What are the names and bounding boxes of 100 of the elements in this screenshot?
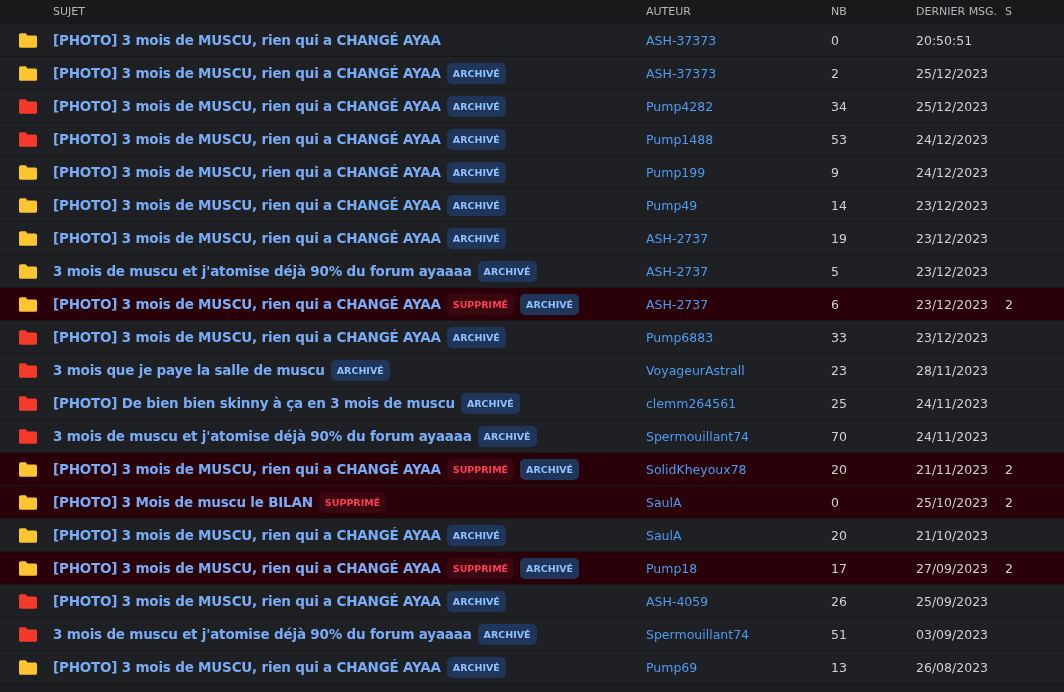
topic-link[interactable]: [PHOTO] 3 mois de MUSCU, rien qui a CHANGÉ AYAA xyxy=(53,95,441,117)
topic-link[interactable]: [PHOTO] 3 mois de MUSCU, rien qui a CHANGÉ AYAA xyxy=(53,227,441,249)
last-message-date: 25/10/2023 xyxy=(916,495,989,510)
topic-row[interactable]: [PHOTO] 3 mois de MUSCU, rien qui a CHANGÉ AYAA SUPPRIMÉ ARCHIVÉ SolidKheyoux78 20 21/11/2023 2 xyxy=(0,453,1064,486)
last-message-date: 23/12/2023 xyxy=(916,264,989,279)
archived-tag: ARCHIVÉ xyxy=(446,524,506,546)
reply-count: 2 xyxy=(831,66,839,81)
topic-row[interactable]: [PHOTO] 3 Mois de muscu le BILAN SUPPRIMÉ SaulA 0 25/10/2023 2 xyxy=(0,486,1064,519)
archived-tag: ARCHIVÉ xyxy=(446,656,506,678)
topic-link[interactable]: [PHOTO] 3 mois de MUSCU, rien qui a CHANGÉ AYAA xyxy=(53,194,441,216)
column-header[interactable]: NB xyxy=(831,4,847,18)
column-header[interactable]: AUTEUR xyxy=(646,4,691,18)
author-link[interactable]: Pump4282 xyxy=(646,99,714,114)
table-cell: 2 xyxy=(1005,297,1013,312)
author-link[interactable]: Pump6883 xyxy=(646,330,714,345)
archived-tag: ARCHIVÉ xyxy=(460,392,520,414)
archived-tag: ARCHIVÉ xyxy=(446,227,506,249)
topic-link[interactable]: [PHOTO] 3 mois de MUSCU, rien qui a CHANGÉ AYAA xyxy=(53,458,441,480)
deleted-tag: SUPPRIMÉ xyxy=(318,491,387,513)
topic-link[interactable]: [PHOTO] 3 mois de MUSCU, rien qui a CHANGÉ AYAA xyxy=(53,161,441,183)
topic-link[interactable]: [PHOTO] 3 mois de MUSCU, rien qui a CHANGÉ AYAA xyxy=(53,656,441,678)
reply-count: 33 xyxy=(831,330,847,345)
reply-count: 13 xyxy=(831,660,847,675)
author-link[interactable]: ASH-37373 xyxy=(646,66,717,81)
archived-tag: ARCHIVÉ xyxy=(446,326,506,348)
archived-tag: ARCHIVÉ xyxy=(446,194,506,216)
archived-tag: ARCHIVÉ xyxy=(477,425,537,447)
author-link[interactable]: Spermouillant74 xyxy=(646,429,750,444)
reply-count: 0 xyxy=(831,495,839,510)
reply-count: 26 xyxy=(831,594,847,609)
topic-link[interactable]: [PHOTO] 3 mois de MUSCU, rien qui a CHANGÉ AYAA xyxy=(53,128,441,150)
archived-tag: ARCHIVÉ xyxy=(520,557,580,579)
author-link[interactable]: Pump49 xyxy=(646,198,698,213)
topic-link[interactable]: [PHOTO] 3 mois de MUSCU, rien qui a CHANGÉ AYAA xyxy=(53,293,441,315)
author-link[interactable]: Pump69 xyxy=(646,660,698,675)
column-header[interactable]: S xyxy=(1005,4,1012,18)
deleted-tag: SUPPRIMÉ xyxy=(446,458,515,480)
author-link[interactable]: SaulA xyxy=(646,495,682,510)
topic-link[interactable]: [PHOTO] 3 mois de MUSCU, rien qui a CHANGÉ AYAA xyxy=(53,29,441,51)
last-message-date: 21/10/2023 xyxy=(916,528,989,543)
last-message-date: 27/09/2023 xyxy=(916,561,989,576)
reply-count: 17 xyxy=(831,561,847,576)
reply-count: 14 xyxy=(831,198,847,213)
author-link[interactable]: ASH-2737 xyxy=(646,231,709,246)
topic-row[interactable]: [PHOTO] 3 mois de MUSCU, rien qui a CHANGÉ AYAA SUPPRIMÉ ARCHIVÉ Pump18 17 27/09/2023 2 xyxy=(0,552,1064,585)
reply-count: 5 xyxy=(831,264,839,279)
archived-tag: ARCHIVÉ xyxy=(477,260,537,282)
last-message-date: 23/12/2023 xyxy=(916,231,989,246)
reply-count: 25 xyxy=(831,396,847,411)
topic-link[interactable]: [PHOTO] 3 mois de MUSCU, rien qui a CHANGÉ AYAA xyxy=(53,590,441,612)
topic-link[interactable]: [PHOTO] 3 Mois de muscu le BILAN xyxy=(53,491,313,513)
topic-link[interactable]: 3 mois de muscu et j'atomise déjà 90% du forum ayaaaa xyxy=(53,623,472,645)
topic-link[interactable]: [PHOTO] 3 mois de MUSCU, rien qui a CHANGÉ AYAA xyxy=(53,62,441,84)
last-message-date: 23/12/2023 xyxy=(916,297,989,312)
archived-tag: ARCHIVÉ xyxy=(446,161,506,183)
topic-link[interactable]: 3 mois que je paye la salle de muscu xyxy=(53,359,325,381)
last-message-date: 23/12/2023 xyxy=(916,330,989,345)
topic-link[interactable]: [PHOTO] 3 mois de MUSCU, rien qui a CHANGÉ AYAA xyxy=(53,326,441,348)
reply-count: 53 xyxy=(831,132,847,147)
author-link[interactable]: VoyageurAstrall xyxy=(646,363,745,378)
last-message-date: 24/12/2023 xyxy=(916,165,989,180)
author-link[interactable]: ASH-2737 xyxy=(646,264,709,279)
topic-row[interactable]: [PHOTO] 3 mois de MUSCU, rien qui a CHANGÉ AYAA SUPPRIMÉ ARCHIVÉ ASH-2737 6 23/12/2023 2 xyxy=(0,288,1064,321)
reply-count: 0 xyxy=(831,33,839,48)
table-cell: 2 xyxy=(1005,561,1013,576)
author-link[interactable]: SolidKheyoux78 xyxy=(646,462,747,477)
reply-count: 19 xyxy=(831,231,847,246)
topic-link[interactable]: 3 mois de muscu et j'atomise déjà 90% du forum ayaaaa xyxy=(53,260,472,282)
author-link[interactable]: Pump199 xyxy=(646,165,706,180)
archived-tag: ARCHIVÉ xyxy=(330,359,390,381)
archived-tag: ARCHIVÉ xyxy=(520,293,580,315)
author-link[interactable]: clemm264561 xyxy=(646,396,737,411)
reply-count: 9 xyxy=(831,165,839,180)
column-header[interactable]: SUJET xyxy=(53,4,85,18)
topic-link[interactable]: [PHOTO] 3 mois de MUSCU, rien qui a CHANGÉ AYAA xyxy=(53,524,441,546)
author-link[interactable]: Spermouillant74 xyxy=(646,627,750,642)
reply-count: 70 xyxy=(831,429,847,444)
topic-link[interactable]: [PHOTO] De bien bien skinny à ça en 3 mois de muscu xyxy=(53,392,455,414)
table-cell: 2 xyxy=(1005,495,1013,510)
author-link[interactable]: ASH-2737 xyxy=(646,297,709,312)
reply-count: 34 xyxy=(831,99,847,114)
author-link[interactable]: Pump1488 xyxy=(646,132,714,147)
author-link[interactable]: Pump18 xyxy=(646,561,698,576)
column-header[interactable]: DERNIER MSG. xyxy=(916,4,998,18)
last-message-date: 25/12/2023 xyxy=(916,66,989,81)
archived-tag: ARCHIVÉ xyxy=(520,458,580,480)
last-message-date: 24/12/2023 xyxy=(916,132,989,147)
topic-link[interactable]: 3 mois de muscu et j'atomise déjà 90% du forum ayaaaa xyxy=(53,425,472,447)
archived-tag: ARCHIVÉ xyxy=(446,62,506,84)
last-message-date: 25/09/2023 xyxy=(916,594,989,609)
topic-link[interactable]: [PHOTO] 3 mois de MUSCU, rien qui a CHANGÉ AYAA xyxy=(53,557,441,579)
author-link[interactable]: SaulA xyxy=(646,528,682,543)
reply-count: 6 xyxy=(831,297,839,312)
last-message-date: 20:50:51 xyxy=(916,33,973,48)
last-message-date: 24/11/2023 xyxy=(916,396,989,411)
last-message-date: 25/12/2023 xyxy=(916,99,989,114)
last-message-date: 26/08/2023 xyxy=(916,660,989,675)
reply-count: 23 xyxy=(831,363,847,378)
author-link[interactable]: ASH-4059 xyxy=(646,594,709,609)
author-link[interactable]: ASH-37373 xyxy=(646,33,717,48)
